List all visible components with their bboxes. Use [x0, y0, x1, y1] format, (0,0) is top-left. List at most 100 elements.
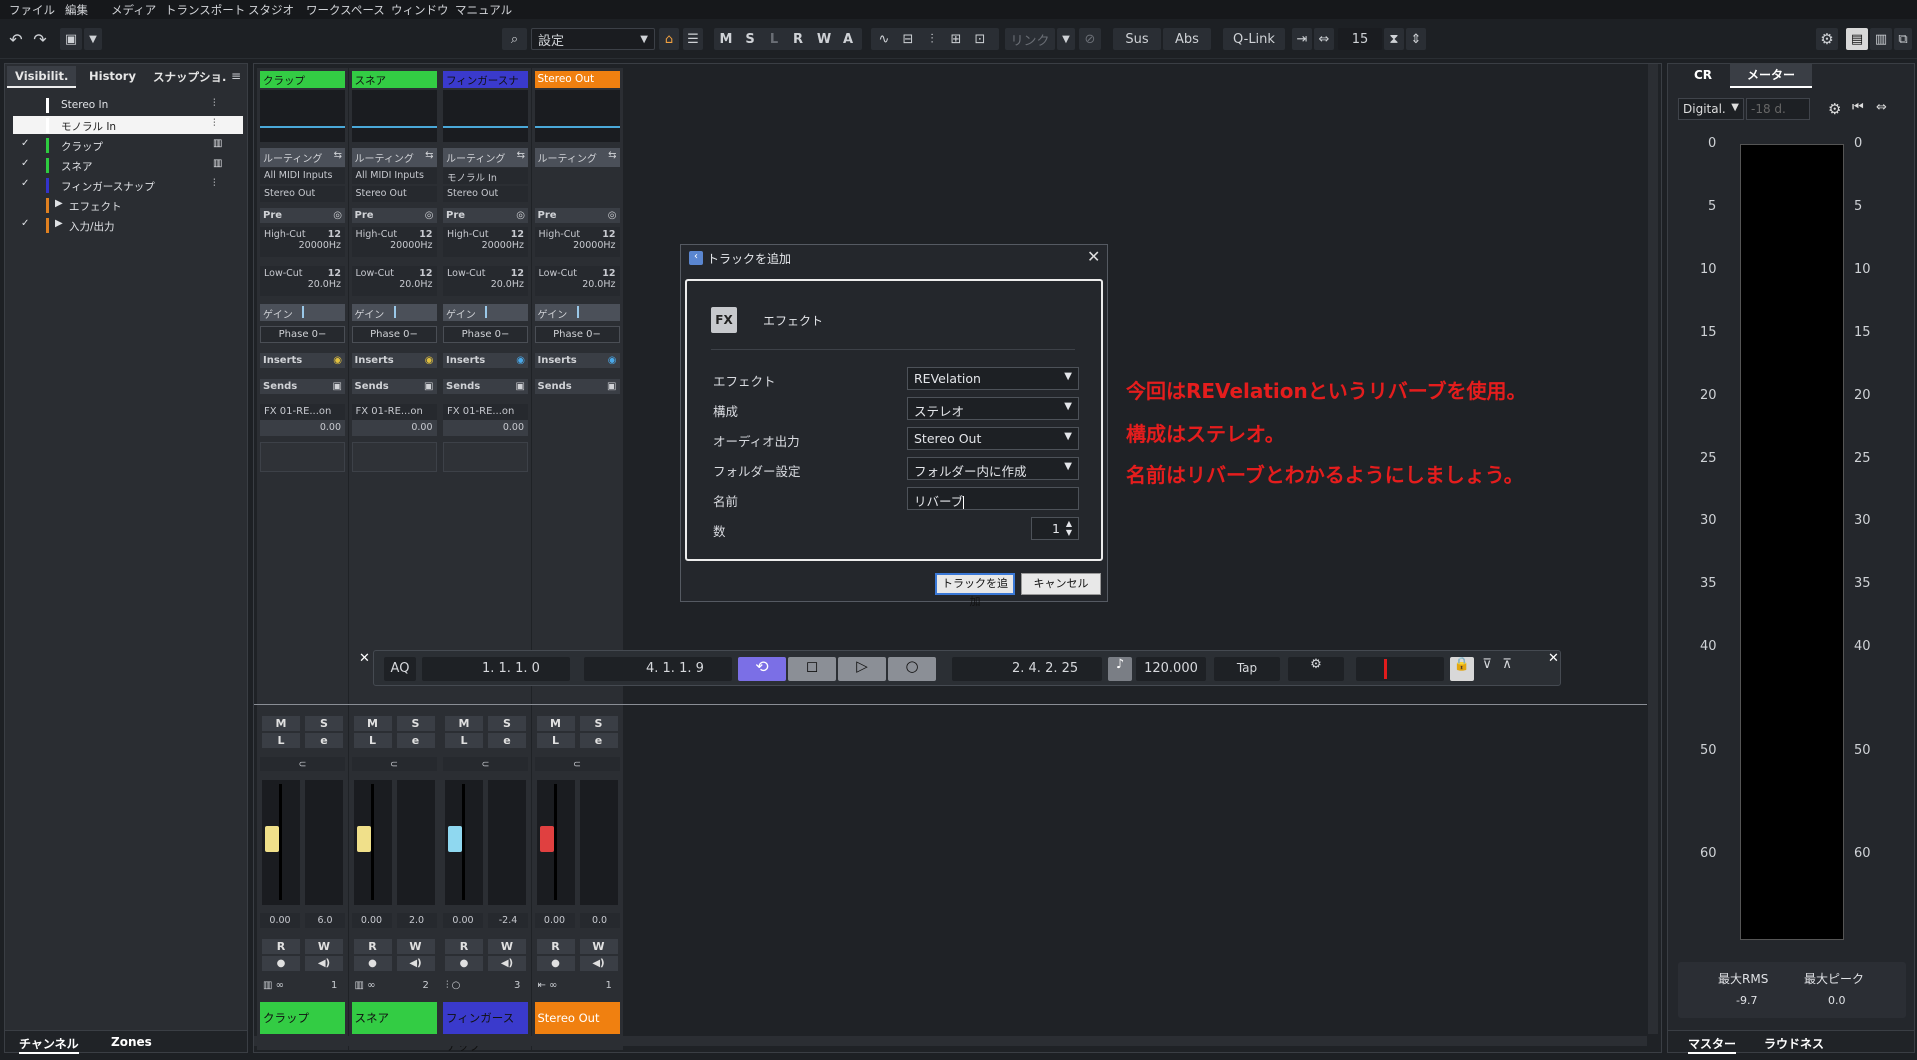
- strip-icon[interactable]: ⊞: [945, 28, 967, 50]
- count-stepper[interactable]: 1 ▲ ▼: [1031, 517, 1079, 540]
- menu-media[interactable]: メディア: [111, 2, 156, 18]
- swap-icon[interactable]: ⇔: [1876, 100, 1887, 115]
- config-select[interactable]: ステレオ ▼: [907, 397, 1079, 420]
- channel-name-footer[interactable]: Stereo Out: [534, 1002, 620, 1034]
- highcut-control[interactable]: High-Cut 12 20000Hz: [534, 227, 620, 257]
- send-slot[interactable]: FX 01-RE...on: [443, 404, 528, 420]
- volume-fader-handle[interactable]: [448, 825, 462, 852]
- read-button[interactable]: R: [445, 939, 483, 954]
- close-icon[interactable]: ✕: [1087, 247, 1100, 266]
- window-layout-icon[interactable]: ⧉: [1894, 28, 1912, 50]
- input-routing[interactable]: モノラル In: [443, 168, 528, 184]
- right-zone-toggle-icon[interactable]: ▥: [1870, 28, 1892, 50]
- link-button[interactable]: リンク: [1005, 28, 1055, 50]
- qlink-button[interactable]: Q-Link: [1223, 28, 1285, 50]
- name-input[interactable]: リバーブ: [907, 487, 1079, 510]
- phase-button[interactable]: Phase 0−: [443, 326, 528, 343]
- channel-name-footer[interactable]: クラップ: [260, 1002, 345, 1034]
- right-locator[interactable]: 4. 1. 1. 9: [584, 657, 732, 681]
- chevron-down-icon[interactable]: ▼: [1057, 28, 1075, 50]
- list-icon[interactable]: ☰: [683, 28, 703, 50]
- vertical-scrollbar[interactable]: [1648, 64, 1658, 1034]
- reference-level-select[interactable]: -18 d.: [1746, 98, 1810, 120]
- effect-select[interactable]: REVelation ▼: [907, 367, 1079, 390]
- record-enable-icon[interactable]: ●: [445, 956, 483, 971]
- write-button[interactable]: W: [579, 939, 618, 954]
- collapse-icon[interactable]: ⇥: [1292, 28, 1312, 50]
- gear-icon[interactable]: ⚙: [1828, 100, 1841, 118]
- gain-slider[interactable]: ゲイン: [534, 304, 620, 321]
- panel-menu-icon[interactable]: ≡: [231, 69, 241, 83]
- play-button[interactable]: ▷: [838, 657, 886, 681]
- eq-icon[interactable]: ⫶: [921, 28, 943, 50]
- channel-name-footer[interactable]: スネア: [351, 1002, 437, 1034]
- track-list-item[interactable]: ✓ クラップ ▥: [13, 136, 243, 154]
- folder-setting-select[interactable]: フォルダー内に作成 ▼: [907, 457, 1079, 480]
- tab-channel[interactable]: チャンネル: [19, 1035, 79, 1054]
- check-icon[interactable]: ✓: [21, 158, 29, 169]
- menu-studio[interactable]: スタジオ: [248, 2, 294, 18]
- write-button[interactable]: W: [305, 939, 343, 954]
- chevron-down-icon[interactable]: ▼: [84, 28, 102, 50]
- left-zone-toggle-icon[interactable]: ▤: [1846, 28, 1868, 50]
- track-list-item[interactable]: モノラル In ⫶: [13, 116, 243, 134]
- highcut-control[interactable]: High-Cut 12 20000Hz: [351, 227, 437, 257]
- inserts-section[interactable]: Inserts ◉: [351, 353, 437, 368]
- pre-section[interactable]: Pre ◎: [351, 208, 437, 223]
- monitor-icon[interactable]: ◀): [396, 956, 435, 971]
- empty-send-slot[interactable]: [260, 442, 345, 472]
- read-button[interactable]: R: [536, 939, 575, 954]
- inserts-section[interactable]: Inserts ◉: [260, 353, 345, 368]
- inserts-icon[interactable]: ⊟: [897, 28, 919, 50]
- sends-section[interactable]: Sends ▣: [260, 379, 345, 394]
- send-level[interactable]: 0.00: [443, 420, 528, 436]
- cycle-button[interactable]: ⟲: [738, 657, 786, 681]
- record-enable-icon[interactable]: ●: [536, 956, 575, 971]
- reset-icon[interactable]: ⏮: [1852, 100, 1864, 115]
- menu-transport[interactable]: トランスポート: [165, 2, 245, 18]
- waveform-icon[interactable]: ∿: [873, 28, 895, 50]
- tab-cr[interactable]: CR: [1694, 68, 1712, 82]
- pan-control[interactable]: ⊂: [351, 757, 437, 771]
- track-list-item[interactable]: ✓ フィンガースナップ ⫶: [13, 176, 243, 194]
- highcut-control[interactable]: High-Cut 12 20000Hz: [260, 227, 345, 257]
- tab-snapshots[interactable]: スナップショ.: [145, 66, 234, 88]
- inserts-section[interactable]: Inserts ◉: [534, 353, 620, 368]
- record-enable-icon[interactable]: ●: [262, 956, 300, 971]
- mute-button[interactable]: M: [536, 716, 575, 731]
- send-slot[interactable]: FX 01-RE...on: [260, 404, 345, 420]
- volume-value[interactable]: 0.00: [534, 913, 575, 928]
- phase-button[interactable]: Phase 0−: [260, 326, 345, 343]
- read-all-button[interactable]: R: [788, 28, 808, 50]
- cancel-button[interactable]: キャンセル: [1021, 573, 1101, 595]
- monitor-icon[interactable]: ◀): [579, 956, 618, 971]
- input-routing[interactable]: All MIDI Inputs: [351, 168, 437, 184]
- track-list-item[interactable]: ✓ ▶ 入力/出力: [13, 216, 243, 234]
- track-list-item[interactable]: Stereo In ⫶: [13, 96, 243, 114]
- channel-count-field[interactable]: 15: [1338, 28, 1382, 50]
- lowcut-control[interactable]: Low-Cut 12 20.0Hz: [351, 266, 437, 296]
- gear-icon[interactable]: ⚙: [1816, 28, 1838, 50]
- tab-meter[interactable]: メーター: [1730, 64, 1812, 88]
- read-button[interactable]: R: [262, 939, 300, 954]
- tab-visibility[interactable]: Visibilit.: [7, 66, 77, 88]
- edit-icon[interactable]: e: [305, 733, 343, 748]
- volume-fader-handle[interactable]: [539, 825, 554, 852]
- output-routing[interactable]: Stereo Out: [443, 186, 528, 202]
- height-icon[interactable]: ⧗: [1384, 28, 1404, 50]
- listen-button[interactable]: L: [262, 733, 300, 748]
- sends-section[interactable]: Sends ▣: [443, 379, 528, 394]
- upload-icon[interactable]: ⊼: [1498, 657, 1516, 681]
- close-icon[interactable]: ✕: [1548, 651, 1559, 666]
- phase-button[interactable]: Phase 0−: [351, 326, 437, 343]
- tab-master[interactable]: マスター: [1688, 1035, 1737, 1054]
- sends-section[interactable]: Sends ▣: [351, 379, 437, 394]
- highcut-control[interactable]: High-Cut 12 20000Hz: [443, 227, 528, 257]
- monitor-icon[interactable]: ◀): [305, 956, 343, 971]
- check-icon[interactable]: ✓: [21, 138, 29, 149]
- pan-control[interactable]: ⊂: [443, 757, 528, 771]
- auto-button[interactable]: A: [838, 28, 858, 50]
- menu-workspace[interactable]: ワークスペース: [306, 2, 385, 18]
- channel-name-header[interactable]: Stereo Out: [534, 71, 620, 88]
- routing-section[interactable]: ルーティング ⇆: [443, 148, 528, 167]
